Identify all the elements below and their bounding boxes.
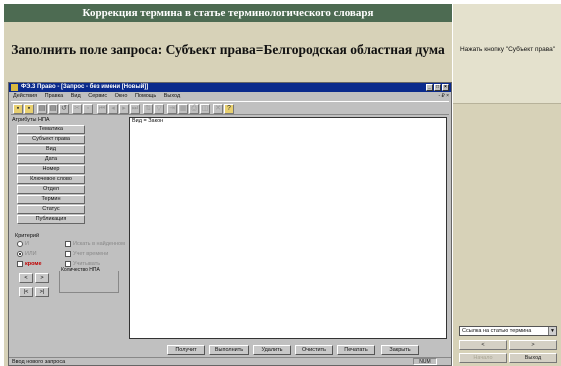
- nav-last-button[interactable]: >|: [35, 287, 49, 297]
- exit-button[interactable]: Выход: [509, 353, 557, 363]
- prev-record-icon[interactable]: ◂: [108, 104, 118, 114]
- app-title: ФЭ.3 Право - [Запрос - без имени [Новый]…: [21, 84, 149, 90]
- delete-button[interactable]: Удалить: [253, 345, 291, 355]
- clear-button[interactable]: Очистить: [295, 345, 333, 355]
- sort-icon[interactable]: ⇅: [143, 104, 153, 114]
- list-icon[interactable]: ▤: [48, 104, 58, 114]
- grid-icon[interactable]: ▦: [178, 104, 188, 114]
- minimize-icon[interactable]: _: [426, 84, 433, 91]
- start-button[interactable]: Начало: [459, 353, 507, 363]
- status-text: Ввод нового запроса: [12, 359, 66, 365]
- execute-button[interactable]: Выполнить: [209, 345, 249, 355]
- mdi-controls[interactable]: - ₽ ×: [438, 92, 449, 100]
- back-button[interactable]: <: [459, 340, 507, 350]
- menu-service[interactable]: Сервис: [88, 92, 107, 100]
- nav-first-button[interactable]: |<: [19, 287, 33, 297]
- page: Коррекция термина в статье терминологиче…: [0, 0, 561, 366]
- get-button[interactable]: Получит: [167, 345, 205, 355]
- first-record-icon[interactable]: ⏮: [97, 104, 107, 114]
- attributes-title: Атрибуты НПА: [12, 117, 50, 123]
- status-bar: Ввод нового запроса NUM: [9, 357, 451, 365]
- next-record-icon[interactable]: ▸: [119, 104, 129, 114]
- menu-bar: Действия Правка Вид Сервис Окно Помощь В…: [9, 92, 451, 100]
- menu-exit[interactable]: Выход: [164, 92, 180, 100]
- attr-button-type[interactable]: Вид: [17, 145, 85, 154]
- app-window: ФЭ.3 Право - [Запрос - без имени [Новый]…: [8, 82, 452, 366]
- except-checkbox[interactable]: [17, 261, 23, 267]
- article-link-select-value: Ссылка на статью термина: [462, 328, 532, 334]
- maximize-icon[interactable]: □: [434, 84, 441, 91]
- attr-button-date[interactable]: Дата: [17, 155, 85, 164]
- nav-prev-button[interactable]: <: [19, 273, 33, 283]
- chevron-down-icon[interactable]: ▼: [548, 327, 556, 335]
- nav-next-button[interactable]: >: [35, 273, 49, 283]
- menu-actions[interactable]: Действия: [13, 92, 37, 100]
- new-query-icon[interactable]: ▪: [13, 104, 23, 114]
- print-icon[interactable]: ⎙: [189, 104, 199, 114]
- toolbar: ▪ ▪ ▤ ▤ ↺ ✂ ▫ ⏮ ◂ ▸ ⏭ ⇅ ▽ ⇥ ▦ ⎙ ◫ ✕ ?: [11, 101, 449, 115]
- query-area[interactable]: Вид = Закон: [129, 117, 447, 339]
- criteria-title: Критерий: [15, 233, 40, 239]
- count-frame: [59, 271, 119, 293]
- attr-button-topic[interactable]: Тематика: [17, 125, 85, 134]
- radio-or[interactable]: [17, 251, 23, 257]
- close-button[interactable]: Закрыть: [381, 345, 419, 355]
- radio-and-label: И: [25, 241, 29, 247]
- radio-and[interactable]: [17, 241, 23, 247]
- attr-button-status[interactable]: Статус: [17, 205, 85, 214]
- search-found-checkbox[interactable]: [65, 241, 71, 247]
- export-icon[interactable]: ⇥: [167, 104, 177, 114]
- status-num-indicator: NUM: [413, 358, 437, 365]
- cut-icon[interactable]: ✂: [72, 104, 82, 114]
- side-instruction: Нажать кнопку "Субъект права": [459, 46, 556, 53]
- except-label: кроме: [25, 261, 42, 267]
- slide-title: Коррекция термина в статье терминологиче…: [4, 4, 452, 22]
- print-button[interactable]: Печатать: [337, 345, 375, 355]
- attr-button-publication[interactable]: Публикация: [17, 215, 85, 224]
- app-icon: [11, 84, 18, 91]
- attr-button-number[interactable]: Номер: [17, 165, 85, 174]
- close-icon[interactable]: ×: [442, 84, 449, 91]
- open-icon[interactable]: ▪: [24, 104, 34, 114]
- forward-button[interactable]: >: [509, 340, 557, 350]
- side-panel-top: Нажать кнопку "Субъект права": [453, 4, 561, 104]
- query-text: Вид = Закон: [132, 118, 164, 124]
- preview-icon[interactable]: ◫: [200, 104, 210, 114]
- task-instruction: Заполнить поле запроса: Субъект права=Бе…: [11, 42, 445, 57]
- filter-icon[interactable]: ▽: [154, 104, 164, 114]
- side-panel: Нажать кнопку "Субъект права" Ссылка на …: [452, 4, 561, 366]
- attr-button-subject[interactable]: Субъект права: [17, 135, 85, 144]
- delete-icon[interactable]: ✕: [213, 104, 223, 114]
- paste-icon[interactable]: ▫: [83, 104, 93, 114]
- attr-button-keyword[interactable]: Ключевое слово: [17, 175, 85, 184]
- copy-icon[interactable]: ▤: [37, 104, 47, 114]
- app-titlebar: ФЭ.3 Право - [Запрос - без имени [Новый]…: [9, 83, 451, 92]
- time-account-checkbox[interactable]: [65, 251, 71, 257]
- menu-edit[interactable]: Правка: [45, 92, 64, 100]
- article-link-select[interactable]: Ссылка на статью термина ▼: [459, 326, 557, 336]
- search-found-label: Искать в найденном: [73, 241, 125, 247]
- menu-help[interactable]: Помощь: [135, 92, 156, 100]
- refresh-icon[interactable]: ↺: [59, 104, 69, 114]
- attributes-panel: Атрибуты НПА Тематика Субъект права Вид …: [11, 117, 127, 355]
- attr-button-term[interactable]: Термин: [17, 195, 85, 204]
- menu-view[interactable]: Вид: [71, 92, 81, 100]
- menu-window[interactable]: Окно: [115, 92, 128, 100]
- help-icon[interactable]: ?: [224, 104, 234, 114]
- radio-or-label: ИЛИ: [25, 251, 37, 257]
- last-record-icon[interactable]: ⏭: [130, 104, 140, 114]
- attr-button-section[interactable]: Отдел: [17, 185, 85, 194]
- time-account-label: Учет времени: [73, 251, 109, 257]
